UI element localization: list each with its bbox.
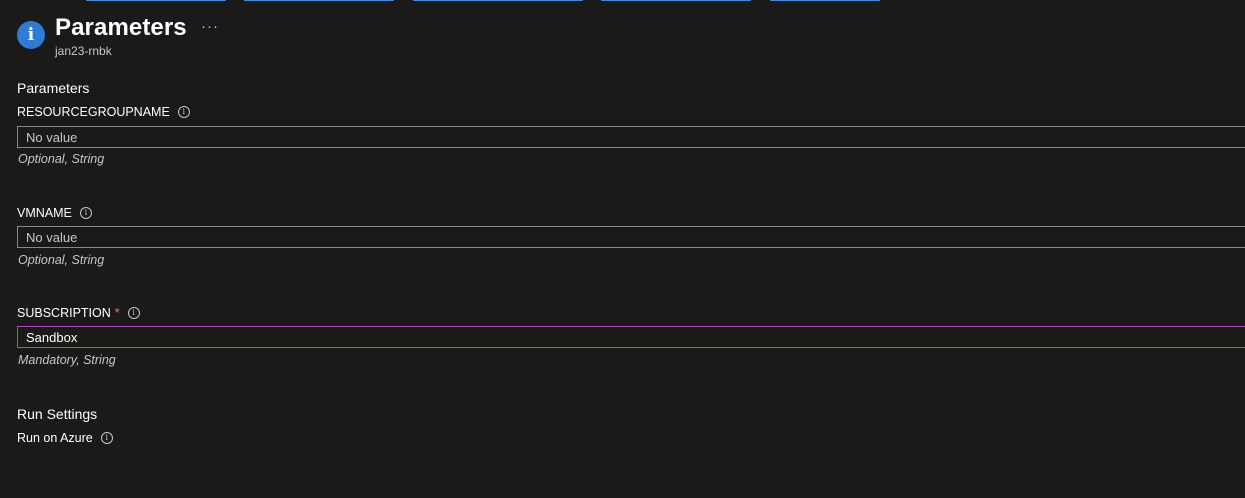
field-label-text: RESOURCEGROUPNAME — [17, 105, 170, 119]
info-circle-icon[interactable]: i — [177, 106, 190, 118]
info-circle-icon[interactable]: i — [127, 307, 140, 319]
field-label-text: SUBSCRIPTION — [17, 306, 111, 320]
subscription-input[interactable] — [17, 326, 1245, 348]
field-label-text: VMNAME — [17, 206, 72, 220]
info-circle-icon[interactable]: i — [100, 432, 113, 444]
parameters-pane: i Parameters jan23-rnbk ··· Parameters R… — [0, 0, 1245, 498]
resourcegroupname-input[interactable] — [17, 126, 1245, 148]
resourcegroupname-label: RESOURCEGROUPNAME i — [17, 105, 190, 119]
more-options-button[interactable]: ··· — [201, 18, 219, 35]
run-settings-title: Run Settings — [17, 406, 98, 422]
required-marker: * — [114, 306, 120, 320]
subscription-hint: Mandatory, String — [18, 353, 116, 367]
vmname-label: VMNAME i — [17, 206, 92, 220]
info-circle-icon[interactable]: i — [79, 207, 92, 219]
info-icon: i — [17, 21, 45, 49]
resourcegroupname-hint: Optional, String — [18, 152, 105, 166]
vmname-input[interactable] — [17, 226, 1245, 248]
vmname-hint: Optional, String — [18, 253, 105, 267]
page-subtitle: jan23-rnbk — [55, 44, 112, 58]
parameters-section-title: Parameters — [17, 80, 90, 96]
subscription-label: SUBSCRIPTION * i — [17, 306, 140, 320]
run-on-azure-label: Run on Azure i — [17, 431, 113, 445]
run-on-azure-text: Run on Azure — [17, 431, 93, 445]
breadcrumb[interactable] — [0, 0, 1245, 3]
page-title: Parameters — [55, 14, 187, 41]
